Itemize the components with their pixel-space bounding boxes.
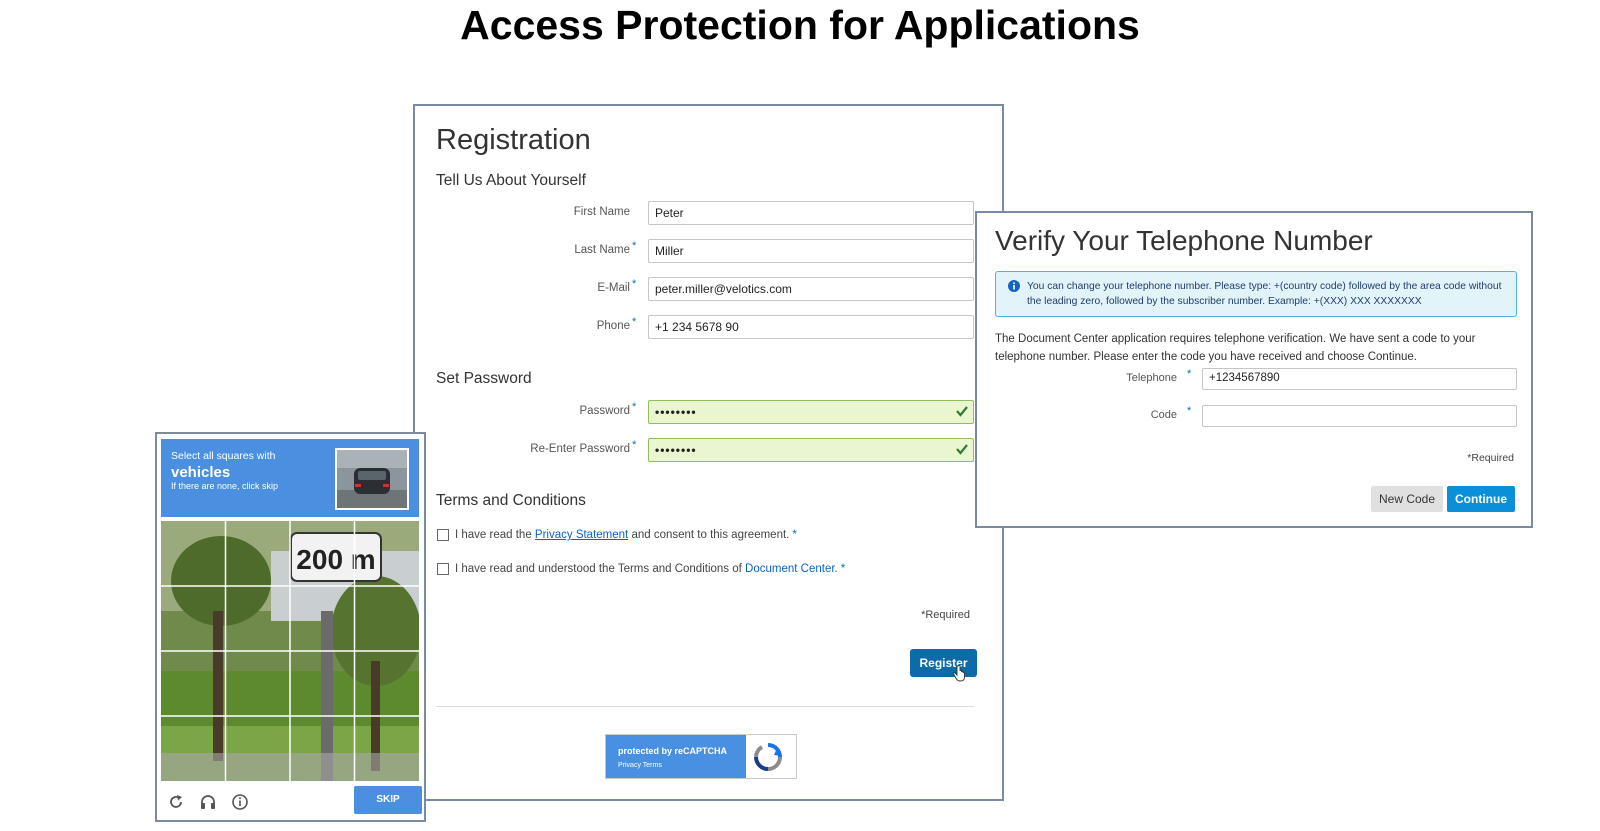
first-name-label: First Name xyxy=(573,206,630,218)
email-label: E-Mail xyxy=(597,282,630,294)
skip-button[interactable]: SKIP xyxy=(354,786,422,814)
required-note: *Required xyxy=(921,609,970,621)
checkmark-icon xyxy=(956,406,968,417)
required-star: * xyxy=(840,563,846,576)
registration-title: Registration xyxy=(436,124,591,156)
info-message-box: You can change your telephone number. Pl… xyxy=(995,271,1517,317)
captcha-instructions: Select all squares with vehicles If ther… xyxy=(161,439,419,517)
document-center-link[interactable]: Document Center. xyxy=(745,563,838,575)
captcha-image-grid[interactable]: 200 m xyxy=(161,521,419,781)
captcha-example-thumbnail xyxy=(335,448,409,510)
headphones-icon[interactable] xyxy=(199,793,217,811)
verify-title: Verify Your Telephone Number xyxy=(995,225,1373,256)
privacy-checkbox[interactable] xyxy=(437,529,449,541)
captcha-footer: SKIP xyxy=(161,784,422,818)
required-star: * xyxy=(1187,405,1192,417)
phone-input[interactable]: +1 234 5678 90 xyxy=(648,315,974,339)
captcha-instruction-line1: Select all squares with xyxy=(171,450,276,462)
required-star: * xyxy=(1187,368,1192,380)
reenter-password-label: Re-Enter Password xyxy=(530,443,630,455)
divider xyxy=(436,706,974,707)
reload-icon[interactable] xyxy=(167,793,185,811)
first-name-input[interactable]: Peter xyxy=(648,201,974,225)
telephone-label: Telephone xyxy=(1126,372,1177,384)
password-input[interactable]: •••••••• xyxy=(648,400,974,424)
sign-text: 200 m xyxy=(296,544,375,575)
info-message-text: You can change your telephone number. Pl… xyxy=(1027,281,1502,307)
captcha-skip-hint: If there are none, click skip xyxy=(171,481,279,491)
verify-description: The Document Center application requires… xyxy=(995,333,1476,363)
first-name-row: First Name Peter xyxy=(415,201,1006,225)
new-code-button[interactable]: New Code xyxy=(1371,486,1443,512)
recaptcha-logo-icon xyxy=(754,743,782,771)
email-input[interactable]: peter.miller@velotics.com xyxy=(648,277,974,301)
captcha-target-word: vehicles xyxy=(171,464,231,481)
checkmark-icon xyxy=(956,444,968,455)
required-star: * xyxy=(632,278,637,290)
required-note: *Required xyxy=(1467,452,1514,464)
code-row: Code * xyxy=(977,405,1535,427)
code-label: Code xyxy=(1150,409,1177,421)
info-icon[interactable] xyxy=(231,793,249,811)
vehicle-example-image xyxy=(337,450,407,508)
telephone-input[interactable]: +1234567890 xyxy=(1202,368,1517,390)
info-icon xyxy=(1008,280,1020,292)
hand-cursor-icon xyxy=(952,665,965,682)
required-star: * xyxy=(632,401,637,413)
required-star: * xyxy=(632,240,637,252)
phone-row: Phone * +1 234 5678 90 xyxy=(415,315,1006,339)
register-button[interactable]: Register xyxy=(910,649,977,677)
email-row: E-Mail * peter.miller@velotics.com xyxy=(415,277,1006,301)
phone-label: Phone xyxy=(596,320,630,332)
last-name-input[interactable]: Miller xyxy=(648,239,974,263)
section-password-heading: Set Password xyxy=(436,370,532,387)
required-star: * xyxy=(792,529,797,542)
code-input[interactable] xyxy=(1202,405,1517,427)
captcha-challenge: Select all squares with vehicles If ther… xyxy=(155,432,426,822)
last-name-row: Last Name * Miller xyxy=(415,239,1006,263)
required-star: * xyxy=(632,439,637,451)
page-title: Access Protection for Applications xyxy=(460,2,1140,48)
section-about-heading: Tell Us About Yourself xyxy=(436,172,586,189)
recaptcha-protected-text: protected by reCAPTCHA xyxy=(618,746,728,756)
registration-panel: Registration Tell Us About Yourself Firs… xyxy=(413,104,1004,801)
privacy-suffix-text: and consent to this agreement. xyxy=(628,529,790,542)
privacy-prefix-text: I have read the xyxy=(455,529,535,542)
recaptcha-links[interactable]: Privacy Terms xyxy=(618,762,662,769)
terms-consent-row: I have read and understood the Terms and… xyxy=(437,563,845,575)
reenter-password-input[interactable]: •••••••• xyxy=(648,438,974,462)
password-row: Password * •••••••• xyxy=(415,400,1006,424)
section-terms-heading: Terms and Conditions xyxy=(436,492,586,509)
terms-prefix-text: I have read and understood the Terms and… xyxy=(455,563,746,576)
street-scene-image: 200 m xyxy=(161,521,419,781)
required-star: * xyxy=(632,316,637,328)
privacy-consent-row: I have read the Privacy Statement and co… xyxy=(437,529,797,541)
privacy-statement-link[interactable]: Privacy Statement xyxy=(535,529,628,541)
reenter-password-row: Re-Enter Password * •••••••• xyxy=(415,438,1006,462)
terms-checkbox[interactable] xyxy=(437,563,449,575)
recaptcha-badge-panel: protected by reCAPTCHA Privacy Terms xyxy=(606,735,746,778)
continue-button[interactable]: Continue xyxy=(1447,486,1515,512)
telephone-row: Telephone * +1234567890 xyxy=(977,368,1535,390)
recaptcha-badge[interactable]: protected by reCAPTCHA Privacy Terms xyxy=(605,734,797,779)
last-name-label: Last Name xyxy=(574,244,630,256)
password-label: Password xyxy=(579,405,631,417)
verify-telephone-panel: Verify Your Telephone Number You can cha… xyxy=(975,211,1533,528)
